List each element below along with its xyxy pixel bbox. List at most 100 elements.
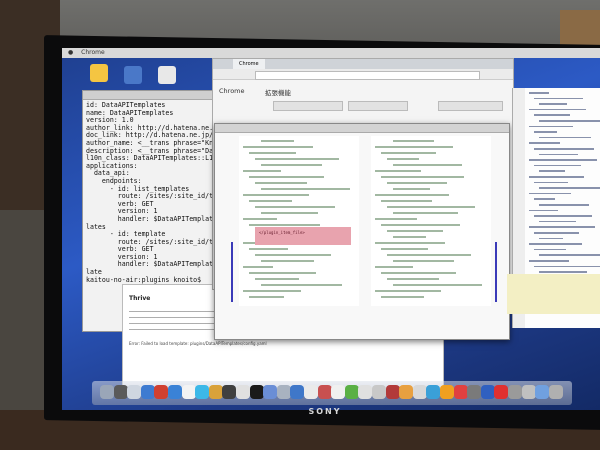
diff-dialog[interactable]: </plugin_item_file> xyxy=(214,123,510,340)
dock-app-icon[interactable] xyxy=(426,385,441,399)
editor-line xyxy=(539,254,600,256)
dock-app-icon[interactable] xyxy=(276,385,291,399)
dock-app-icon[interactable] xyxy=(453,385,468,399)
dock-app-icon[interactable] xyxy=(290,385,305,399)
code-line xyxy=(381,248,428,250)
code-line xyxy=(261,284,342,286)
editor-line xyxy=(539,237,563,240)
menu-bar: ● Chrome xyxy=(62,48,600,58)
page-title: 拡張機能 xyxy=(265,89,291,97)
dock-app-icon[interactable] xyxy=(100,385,114,399)
diff-change-marker xyxy=(495,242,497,302)
dock-app-icon[interactable] xyxy=(494,385,509,399)
dock-app-icon[interactable] xyxy=(467,385,482,399)
code-line xyxy=(393,260,454,262)
code-line xyxy=(261,188,350,190)
code-line xyxy=(261,260,314,262)
dock-app-icon[interactable] xyxy=(263,385,278,399)
menu-item[interactable]: Chrome xyxy=(81,49,105,56)
dock-app-icon[interactable] xyxy=(195,385,210,399)
browser-tab-bar[interactable]: Chrome xyxy=(213,59,513,69)
code-line xyxy=(381,200,432,202)
dialog-titlebar[interactable] xyxy=(215,124,509,133)
code-line xyxy=(249,152,296,154)
editor-line xyxy=(539,136,591,139)
editor-line xyxy=(529,159,597,161)
code-line xyxy=(255,206,335,208)
document-icon[interactable] xyxy=(158,66,176,84)
dock-app-icon[interactable] xyxy=(508,385,522,399)
dock-app-icon[interactable] xyxy=(372,385,386,399)
dock-app-icon[interactable] xyxy=(548,385,563,399)
dock-app-icon[interactable] xyxy=(440,385,454,399)
address-bar[interactable] xyxy=(255,71,480,80)
folder-icon[interactable] xyxy=(124,66,142,84)
dock-app-icon[interactable] xyxy=(385,385,400,399)
dock-app-icon[interactable] xyxy=(208,385,223,399)
editor-line xyxy=(534,164,581,167)
code-line xyxy=(243,266,273,268)
editor-line xyxy=(534,232,579,234)
code-line xyxy=(249,296,284,298)
dock xyxy=(92,381,572,405)
code-line xyxy=(393,284,482,286)
code-line xyxy=(249,272,316,274)
code-line xyxy=(387,278,439,280)
dock-app-icon[interactable] xyxy=(535,385,550,399)
editor-line xyxy=(539,204,589,206)
code-line xyxy=(375,290,441,292)
dock-app-icon[interactable] xyxy=(127,385,142,399)
code-line xyxy=(255,158,339,160)
code-line xyxy=(249,224,320,226)
dock-app-icon[interactable] xyxy=(317,385,332,399)
dock-app-icon[interactable] xyxy=(304,385,318,399)
editor-line xyxy=(539,120,600,122)
dock-app-icon[interactable] xyxy=(412,385,427,399)
extension-button[interactable] xyxy=(438,101,503,111)
extension-button[interactable] xyxy=(273,101,343,111)
code-line xyxy=(375,170,421,172)
editor-line xyxy=(539,220,576,223)
code-line xyxy=(375,218,417,220)
dock-app-icon[interactable] xyxy=(222,385,237,399)
dock-app-icon[interactable] xyxy=(140,385,155,399)
code-line xyxy=(381,296,424,298)
code-line xyxy=(381,224,460,226)
code-line xyxy=(375,266,413,268)
editor-line xyxy=(529,125,573,128)
dock-app-icon[interactable] xyxy=(236,385,250,399)
editor-line xyxy=(534,198,555,200)
code-line xyxy=(243,194,309,196)
dock-app-icon[interactable] xyxy=(480,385,495,399)
code-line xyxy=(393,164,462,166)
dock-app-icon[interactable] xyxy=(344,385,359,399)
monitor-brand-logo: SONY xyxy=(308,407,342,416)
code-line xyxy=(261,164,322,166)
dock-app-icon[interactable] xyxy=(399,385,414,399)
code-line xyxy=(255,182,307,184)
code-line xyxy=(261,140,294,142)
tab-extensions[interactable]: Chrome xyxy=(233,59,265,69)
code-line xyxy=(381,176,464,178)
code-line xyxy=(381,272,456,274)
editor-line xyxy=(529,142,560,144)
apple-menu-icon[interactable]: ● xyxy=(68,49,73,56)
editor-line xyxy=(534,114,570,116)
extension-button[interactable] xyxy=(348,101,408,111)
dock-app-icon[interactable] xyxy=(521,385,536,399)
code-line xyxy=(375,146,453,148)
dock-app-icon[interactable] xyxy=(168,385,182,399)
dock-app-icon[interactable] xyxy=(113,385,128,399)
dock-app-icon[interactable] xyxy=(249,385,264,399)
editor-line xyxy=(529,192,571,195)
editor-line xyxy=(529,209,558,212)
editor-line xyxy=(534,131,557,133)
dock-app-icon[interactable] xyxy=(181,385,196,399)
dock-app-icon[interactable] xyxy=(331,385,346,399)
editor-line xyxy=(534,97,583,100)
folder-icon[interactable] xyxy=(90,64,108,82)
diff-change-marker xyxy=(231,242,233,302)
dock-app-icon[interactable] xyxy=(358,385,373,399)
dock-app-icon[interactable] xyxy=(154,385,169,399)
code-line xyxy=(249,176,324,178)
